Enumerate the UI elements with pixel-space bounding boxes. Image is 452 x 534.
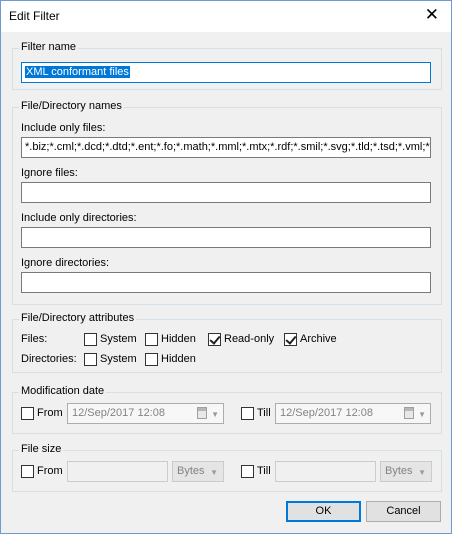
close-icon[interactable]: ✕ [425, 6, 439, 23]
include-files-input[interactable]: *.biz;*.cml;*.dcd;*.dtd;*.ent;*.fo;*.mat… [21, 137, 431, 158]
files-readonly-checkbox[interactable] [208, 333, 221, 346]
size-till-input[interactable] [275, 461, 376, 482]
size-from-label: From [37, 465, 63, 477]
filter-name-value: XML conformant files [25, 66, 130, 78]
names-legend: File/Directory names [19, 100, 124, 112]
mod-from-label: From [37, 407, 63, 419]
files-hidden-checkbox[interactable] [145, 333, 158, 346]
mod-till-value: 12/Sep/2017 12:08 [280, 407, 373, 419]
dirs-hidden-label: Hidden [161, 353, 196, 365]
ok-button[interactable]: OK [286, 501, 361, 522]
ignore-dirs-input[interactable] [21, 272, 431, 293]
ignore-dirs-label: Ignore directories: [21, 257, 110, 269]
mod-from-datepicker[interactable]: 12/Sep/2017 12:08 ▼ [67, 403, 224, 424]
cancel-button[interactable]: Cancel [366, 501, 441, 522]
dialog-title: Edit Filter [9, 9, 60, 23]
dirs-system-checkbox[interactable] [84, 353, 97, 366]
size-from-input[interactable] [67, 461, 168, 482]
ignore-files-label: Ignore files: [21, 167, 78, 179]
chevron-down-icon: ▼ [211, 410, 219, 419]
files-system-checkbox[interactable] [84, 333, 97, 346]
files-attributes-label: Files: [21, 333, 48, 345]
size-till-label: Till [257, 465, 271, 477]
edit-filter-dialog: Edit Filter ✕ Filter name XML conformant… [0, 0, 452, 534]
files-archive-label: Archive [300, 333, 337, 345]
size-from-unit-value: Bytes [177, 465, 205, 477]
attributes-legend: File/Directory attributes [19, 312, 137, 324]
files-archive-checkbox[interactable] [284, 333, 297, 346]
include-files-value: *.biz;*.cml;*.dcd;*.dtd;*.ent;*.fo;*.mat… [25, 141, 431, 153]
mod-till-checkbox[interactable] [241, 407, 254, 420]
size-till-unit-select[interactable]: Bytes ▼ [380, 461, 432, 482]
mod-from-value: 12/Sep/2017 12:08 [72, 407, 165, 419]
include-files-label: Include only files: [21, 122, 106, 134]
filter-name-legend: Filter name [19, 41, 79, 53]
size-till-unit-value: Bytes [385, 465, 413, 477]
filter-name-input[interactable]: XML conformant files [21, 62, 431, 83]
files-hidden-label: Hidden [161, 333, 196, 345]
include-dirs-input[interactable] [21, 227, 431, 248]
chevron-down-icon: ▼ [210, 468, 218, 477]
files-system-label: System [100, 333, 137, 345]
size-from-checkbox[interactable] [21, 465, 34, 478]
chevron-down-icon: ▼ [418, 410, 426, 419]
size-till-checkbox[interactable] [241, 465, 254, 478]
files-readonly-label: Read-only [224, 333, 275, 345]
file-size-legend: File size [19, 443, 64, 455]
size-from-unit-select[interactable]: Bytes ▼ [172, 461, 224, 482]
dirs-system-label: System [100, 353, 137, 365]
dirs-attributes-label: Directories: [21, 353, 77, 365]
mod-till-label: Till [257, 407, 271, 419]
chevron-down-icon: ▼ [418, 468, 426, 477]
ignore-files-input[interactable] [21, 182, 431, 203]
calendar-icon [197, 407, 207, 419]
include-dirs-label: Include only directories: [21, 212, 137, 224]
modification-date-legend: Modification date [19, 385, 107, 397]
calendar-icon [404, 407, 414, 419]
title-bar: Edit Filter ✕ [1, 1, 451, 32]
dirs-hidden-checkbox[interactable] [145, 353, 158, 366]
mod-from-checkbox[interactable] [21, 407, 34, 420]
mod-till-datepicker[interactable]: 12/Sep/2017 12:08 ▼ [275, 403, 431, 424]
